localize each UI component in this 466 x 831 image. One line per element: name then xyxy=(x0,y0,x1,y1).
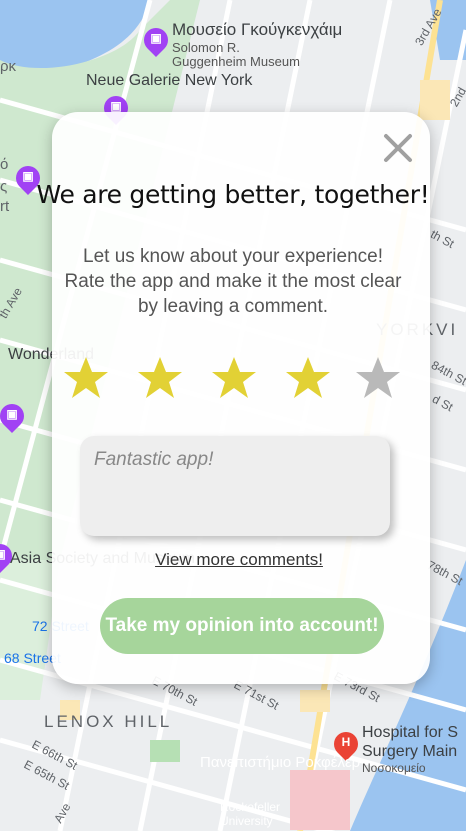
body-line-2: Rate the app and make it the most clear xyxy=(64,271,402,292)
poi-neue-galerie: Neue Galerie New York xyxy=(86,72,253,89)
star-rating[interactable] xyxy=(60,354,406,404)
poi-guggenheim-gr: Μουσείο Γκούγκενχάιμ xyxy=(172,20,343,39)
star-2-icon[interactable] xyxy=(136,354,184,402)
star-3-icon[interactable] xyxy=(210,354,258,402)
dialog-body: Let us know about your experience! Rate … xyxy=(60,244,406,319)
poi-hospital-special-gr: Νοσοκομείο xyxy=(362,761,426,775)
star-5-icon[interactable] xyxy=(354,354,402,402)
submit-opinion-button[interactable]: Take my opinion into account! xyxy=(100,598,384,654)
view-more-comments-link[interactable]: View more comments! xyxy=(0,550,466,570)
museum-pin-icon[interactable]: ▣ xyxy=(0,399,29,434)
body-line-1: Let us know about your experience! xyxy=(83,246,383,267)
poi-hospital-special-2: Surgery Main xyxy=(362,743,458,760)
poi-guggenheim-1: Solomon R. xyxy=(172,40,240,55)
poi-guggenheim-2: Guggenheim Museum xyxy=(172,54,300,69)
dialog-title: We are getting better, together! xyxy=(36,180,430,209)
comment-box[interactable] xyxy=(80,436,390,536)
poi-hospital-special-1: Hospital for S xyxy=(362,724,459,741)
street-fragment-rk: ρκ xyxy=(0,58,17,75)
body-line-3: by leaving a comment. xyxy=(137,296,329,317)
poi-rockefeller-gr: Πανεπιστήμιο Ροκφέλερ xyxy=(200,754,361,771)
close-button[interactable] xyxy=(380,130,416,166)
star-4-icon[interactable] xyxy=(284,354,332,402)
close-icon xyxy=(384,134,412,162)
poi-rockefeller-1: Rockefeller xyxy=(220,800,281,814)
poi-rockefeller-2: University xyxy=(220,814,273,828)
street-fragment-o: ό xyxy=(0,156,9,173)
neighborhood-lenox-hill: LENOX HILL xyxy=(44,712,173,731)
comment-input[interactable] xyxy=(92,448,382,472)
museum-pin-icon[interactable]: ▣ xyxy=(139,23,173,58)
star-1-icon[interactable] xyxy=(62,354,110,402)
